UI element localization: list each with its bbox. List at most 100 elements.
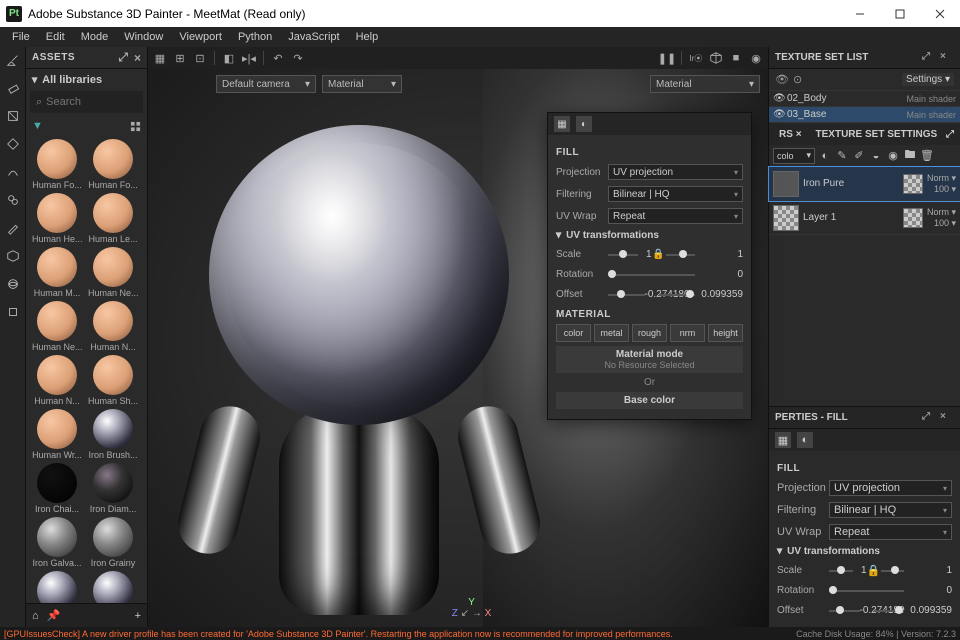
asset-item[interactable]: Iron Diam... [86, 463, 140, 515]
asset-item[interactable]: Human Fo... [86, 139, 140, 191]
asset-item[interactable]: Human Fo... [30, 139, 84, 191]
fill-layer-icon[interactable]: ◒ [869, 149, 883, 163]
layers-tab-rs[interactable]: RS × [775, 127, 812, 142]
base-color-button[interactable]: Base color [556, 392, 743, 409]
fill-floating-panel[interactable]: ▦ ◐ FILLProjectionUV projection▾Filterin… [547, 112, 752, 420]
polyfill-tool-icon[interactable] [4, 135, 22, 153]
asset-item[interactable]: Iron Grinded [30, 571, 84, 603]
delete-icon[interactable]: 🗑 [920, 149, 934, 163]
close-button[interactable] [920, 0, 960, 27]
scale-slider-a[interactable] [829, 563, 853, 577]
resource-tool-icon[interactable] [4, 247, 22, 265]
panel-undock-icon[interactable]: ⤢ [922, 51, 936, 65]
channel-dropdown[interactable]: colo▾ [773, 148, 815, 164]
filtering-dropdown[interactable]: Bilinear | HQ▾ [829, 502, 952, 518]
props-fill-tab-icon[interactable]: ▦ [775, 432, 791, 448]
env-tool-icon[interactable] [4, 275, 22, 293]
cube-tool-icon[interactable] [4, 303, 22, 321]
menu-file[interactable]: File [4, 29, 38, 45]
layers-tab-settings[interactable]: TEXTURE SET SETTINGS [812, 127, 942, 142]
shading-dropdown[interactable]: Material▾ [322, 75, 402, 93]
asset-item[interactable]: Human Le... [86, 193, 140, 245]
lock-icon[interactable]: 🔒 [652, 249, 666, 260]
asset-item[interactable]: Iron Ham... [86, 571, 140, 603]
props-shader-tab-icon[interactable]: ◐ [797, 432, 813, 448]
layer-mask-thumbnail[interactable] [903, 208, 923, 228]
panel-close-icon[interactable]: × [940, 411, 954, 425]
asset-item[interactable]: Human Wr... [30, 409, 84, 461]
link-icon[interactable]: ⊙ [793, 73, 807, 86]
scale-slider-b[interactable] [881, 563, 905, 577]
asset-item[interactable]: Human Sh... [86, 355, 140, 407]
asset-home-icon[interactable]: ⌂ [32, 610, 39, 622]
scale-slider-a[interactable] [608, 247, 638, 261]
vp-camera-icon[interactable]: ■ [728, 50, 744, 66]
filter-icon[interactable]: ▼ [32, 120, 43, 132]
vp-ortho-icon[interactable]: ⊞ [172, 50, 188, 66]
rotation-slider[interactable] [608, 267, 695, 281]
offset-slider-b[interactable] [659, 287, 696, 301]
asset-item[interactable]: Human Ne... [30, 301, 84, 353]
uvwrap-dropdown[interactable]: Repeat▾ [608, 208, 743, 224]
scale-slider-b[interactable] [666, 247, 696, 261]
uvwrap-dropdown[interactable]: Repeat▾ [829, 524, 952, 540]
panel-undock-icon[interactable]: ⤢ [922, 411, 936, 425]
asset-item[interactable]: Iron Brush... [86, 409, 140, 461]
menu-edit[interactable]: Edit [38, 29, 73, 45]
vp-grid-icon[interactable]: ▦ [152, 50, 168, 66]
vp-mirror-icon[interactable]: ▸|◂ [241, 50, 257, 66]
projection-dropdown[interactable]: UV projection▾ [829, 480, 952, 496]
material-picker-icon[interactable] [4, 219, 22, 237]
layer-row[interactable]: Iron PureNorm ▾100 ▾ [769, 167, 960, 201]
projection-tool-icon[interactable] [4, 107, 22, 125]
menu-python[interactable]: Python [230, 29, 280, 45]
vp-undo-icon[interactable]: ↶ [270, 50, 286, 66]
eraser-tool-icon[interactable] [4, 79, 22, 97]
menu-window[interactable]: Window [116, 29, 171, 45]
assets-close-icon[interactable]: × [134, 51, 141, 65]
menu-javascript[interactable]: JavaScript [280, 29, 347, 45]
vp-symmetry-icon[interactable]: ◧ [221, 50, 237, 66]
asset-item[interactable]: Human N... [86, 301, 140, 353]
filtering-dropdown[interactable]: Bilinear | HQ▾ [608, 186, 743, 202]
offset-slider-a[interactable] [829, 603, 860, 617]
layer-mask-thumbnail[interactable] [903, 174, 923, 194]
vp-pause-icon[interactable]: ❚❚ [659, 50, 675, 66]
shading-dropdown-2d[interactable]: Material▾ [650, 75, 760, 93]
material-channel-height[interactable]: height [708, 324, 743, 342]
material-channel-nrm[interactable]: nrm [670, 324, 705, 342]
settings-dropdown[interactable]: Settings ▾ [902, 73, 954, 86]
smart-mask-icon[interactable]: ◉ [886, 149, 900, 163]
panel-close-icon[interactable]: × [940, 51, 954, 65]
vp-persp-icon[interactable] [708, 50, 724, 66]
asset-pin-icon[interactable]: 📌 [47, 609, 61, 622]
fill-tab-shader-icon[interactable]: ◐ [576, 116, 592, 132]
fill-tab-material-icon[interactable]: ▦ [554, 116, 570, 132]
effect-icon[interactable]: ✎ [835, 149, 849, 163]
vp-snap-icon[interactable]: ⊡ [192, 50, 208, 66]
material-channel-rough[interactable]: rough [632, 324, 667, 342]
visibility-all-icon[interactable]: 👁 [775, 73, 789, 86]
lock-icon[interactable]: 🔒 [867, 564, 881, 577]
vp-redo-icon[interactable]: ↷ [290, 50, 306, 66]
asset-item[interactable]: Iron Grainy [86, 517, 140, 569]
asset-item[interactable]: Iron Chai... [30, 463, 84, 515]
menu-viewport[interactable]: Viewport [171, 29, 230, 45]
asset-item[interactable]: Iron Galva... [30, 517, 84, 569]
visibility-icon[interactable]: 👁 [773, 93, 787, 104]
assets-undock-icon[interactable]: ⤢ [118, 50, 128, 65]
asset-item[interactable]: Human He... [30, 193, 84, 245]
tab-close-icon[interactable]: × [796, 129, 802, 140]
texture-set-row[interactable]: 👁03_BaseMain shader [769, 107, 960, 123]
grid-view-icon[interactable] [130, 121, 141, 132]
asset-item[interactable]: Human M... [30, 247, 84, 299]
assets-search-input[interactable] [46, 96, 126, 108]
offset-slider-a[interactable] [608, 287, 645, 301]
smudge-tool-icon[interactable] [4, 163, 22, 181]
asset-item[interactable]: Human N... [30, 355, 84, 407]
rotation-slider[interactable] [829, 583, 904, 597]
axis-gizmo[interactable]: Y Z ↙ → X [452, 597, 492, 619]
minimize-button[interactable] [840, 0, 880, 27]
brush-icon[interactable]: ✐ [852, 149, 866, 163]
projection-dropdown[interactable]: UV projection▾ [608, 164, 743, 180]
